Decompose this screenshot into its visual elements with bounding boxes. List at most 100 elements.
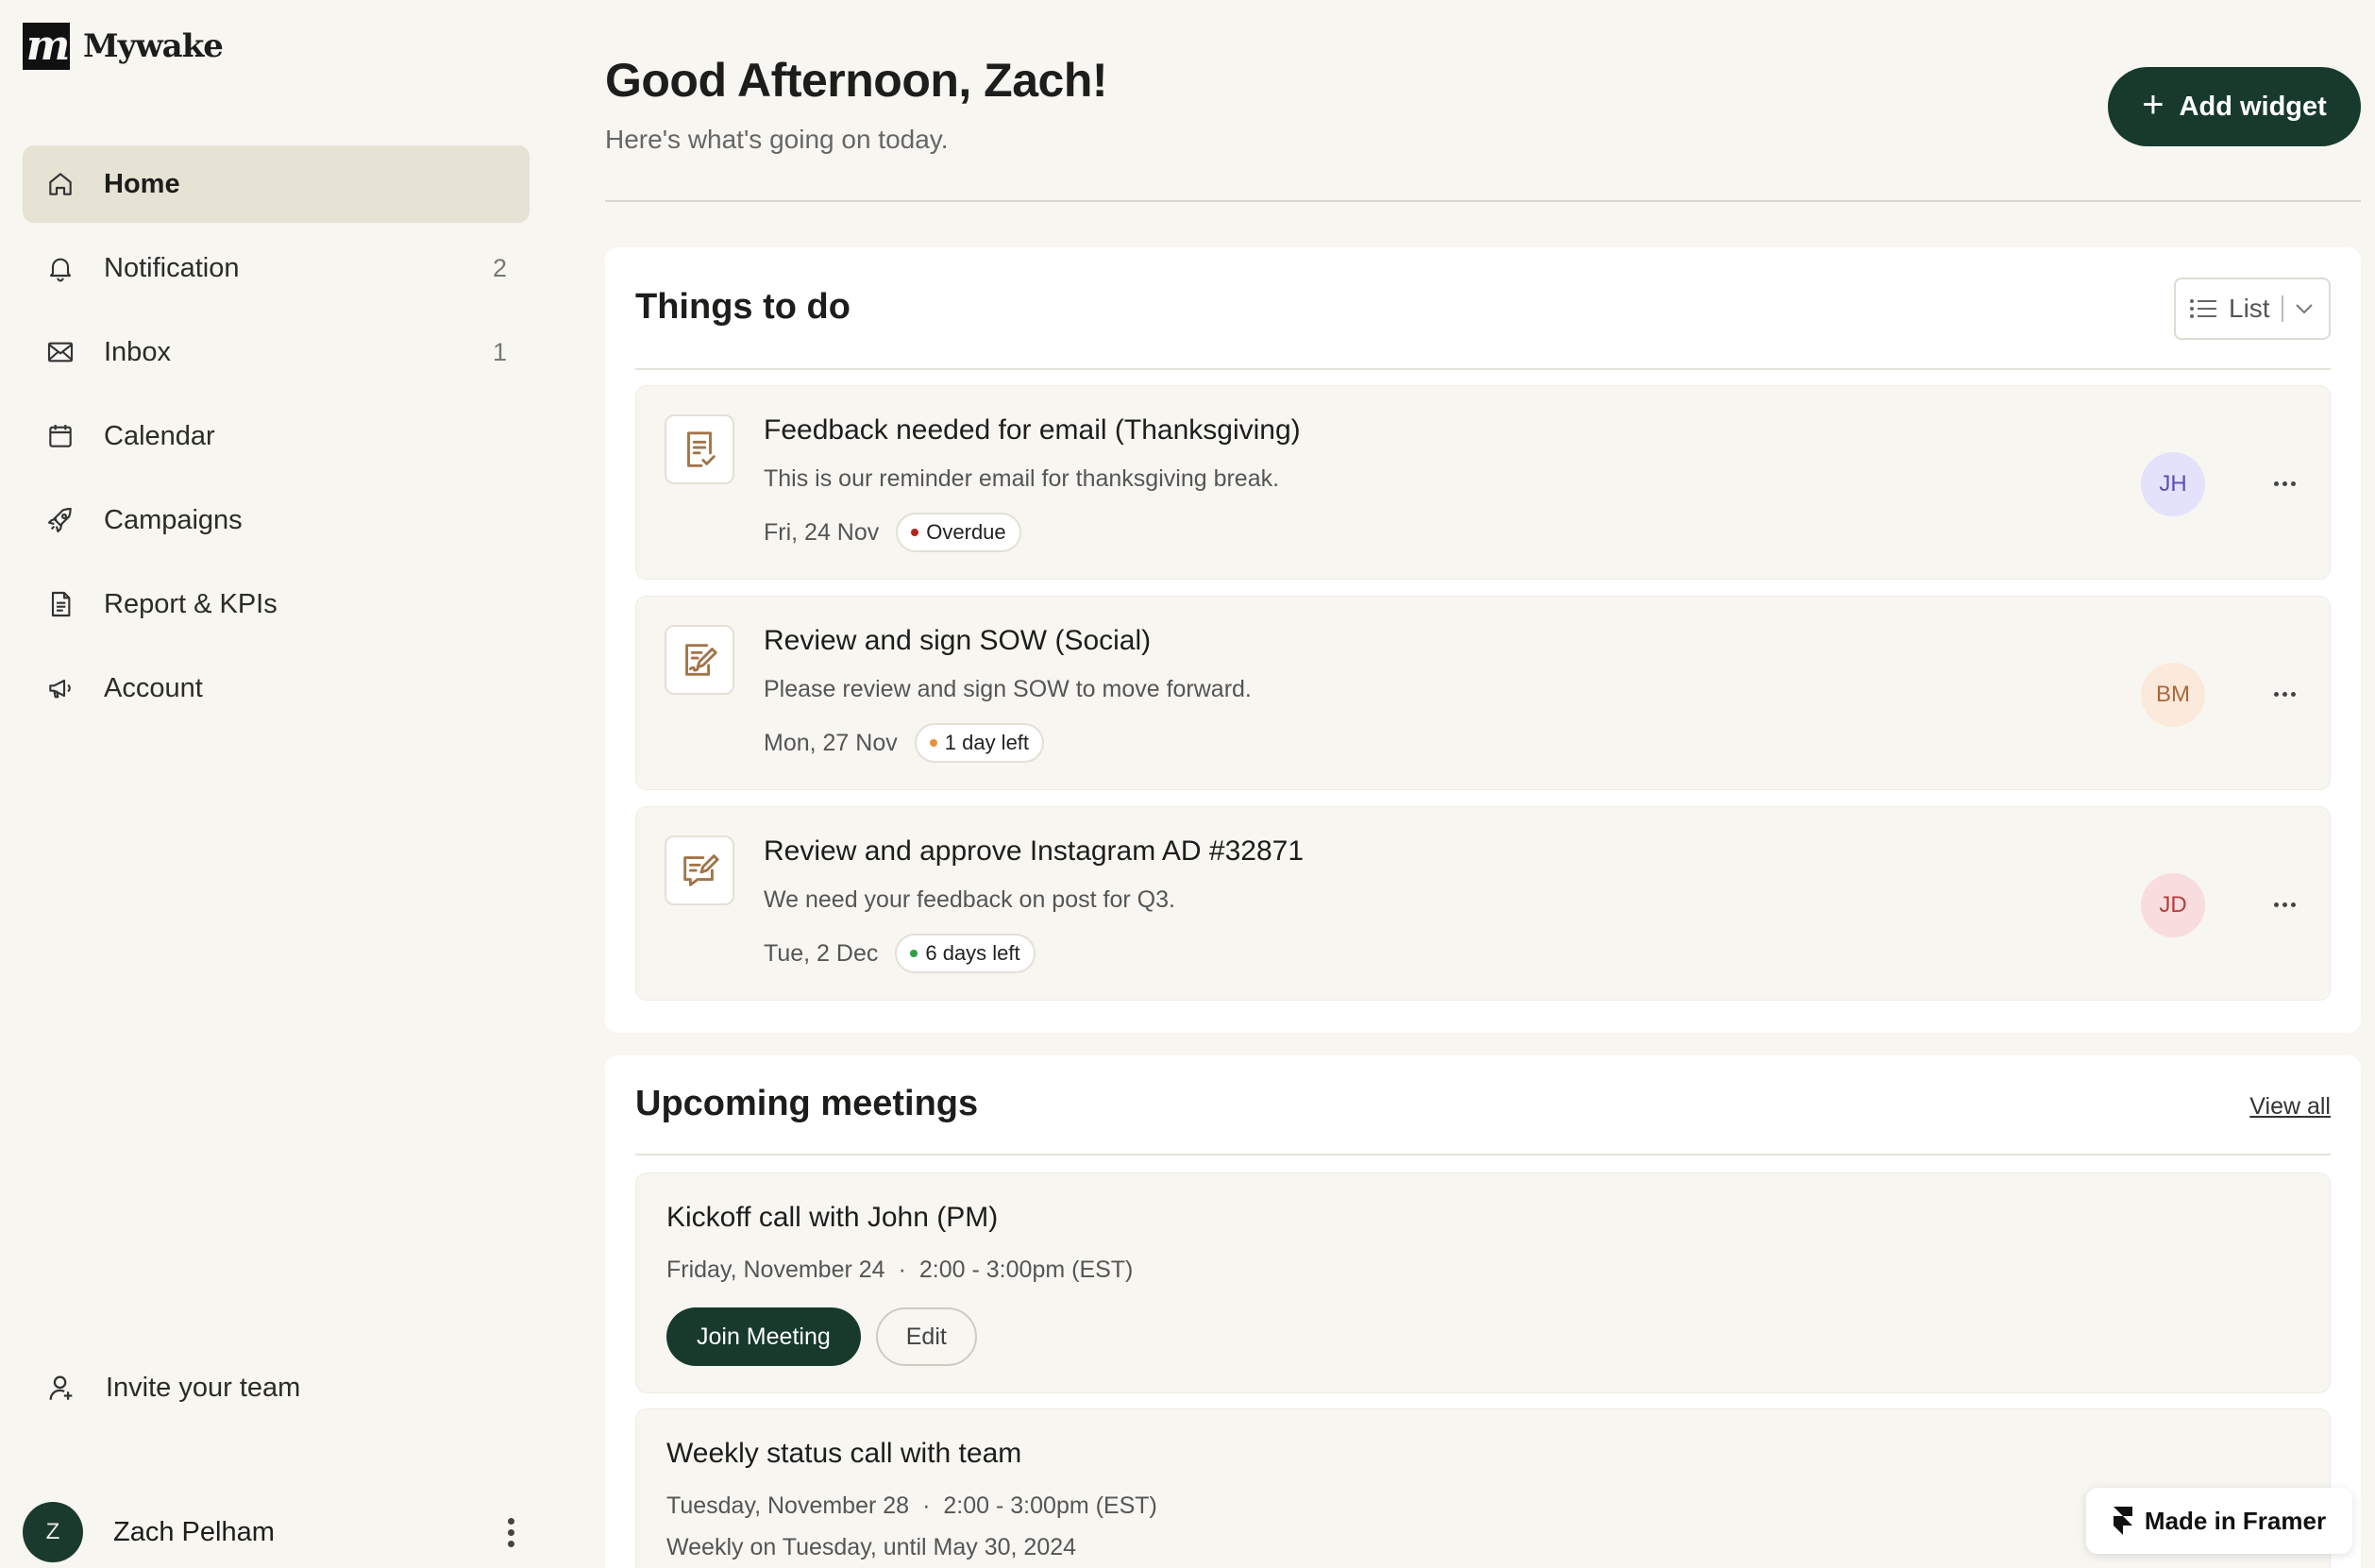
more-options-icon[interactable] bbox=[2266, 680, 2303, 708]
view-selector-value: List bbox=[2229, 294, 2270, 323]
inbox-count: 1 bbox=[492, 337, 507, 366]
sidebar-item-label: Campaigns bbox=[104, 504, 243, 535]
more-options-icon[interactable] bbox=[2266, 890, 2303, 919]
page-subtitle: Here's what's going on today. bbox=[605, 125, 949, 154]
task-title: Review and sign SOW (Social) bbox=[764, 625, 1152, 656]
status-dot-icon bbox=[911, 529, 919, 536]
task-title: Review and approve Instagram AD #32871 bbox=[764, 835, 1305, 867]
meeting-day: Tuesday, November 28 bbox=[666, 1492, 910, 1519]
edit-meeting-button[interactable]: Edit bbox=[875, 1307, 977, 1366]
chevron-down-icon bbox=[2295, 304, 2313, 314]
more-options-icon[interactable] bbox=[492, 1513, 530, 1551]
join-meeting-button[interactable]: Join Meeting bbox=[666, 1307, 861, 1366]
brand-name: Mywake bbox=[83, 27, 224, 65]
user-name: Zach Pelham bbox=[113, 1516, 275, 1547]
separator bbox=[2281, 295, 2283, 322]
task-item[interactable]: Feedback needed for email (Thanksgiving)… bbox=[635, 385, 2331, 580]
meeting-actions: Join Meeting Edit bbox=[666, 1307, 977, 1366]
add-widget-label: Add widget bbox=[2179, 91, 2327, 122]
sidebar-item-notification[interactable]: Notification 2 bbox=[23, 229, 530, 307]
bell-icon bbox=[49, 258, 72, 282]
sidebar: m Mywake Home Notification 2 Inbox 1 Cal… bbox=[0, 0, 553, 1568]
sidebar-item-account[interactable]: Account bbox=[23, 649, 530, 727]
meeting-day: Friday, November 24 bbox=[666, 1256, 885, 1283]
sidebar-item-label: Notification bbox=[104, 252, 240, 283]
sidebar-item-label: Account bbox=[104, 672, 203, 703]
calendar-icon bbox=[49, 425, 72, 447]
task-due-date: Fri, 24 Nov bbox=[764, 518, 880, 546]
task-meta: Fri, 24 Nov Overdue bbox=[764, 513, 1021, 552]
divider bbox=[605, 200, 2361, 202]
framer-label: Made in Framer bbox=[2144, 1506, 2327, 1535]
task-meta: Mon, 27 Nov 1 day left bbox=[764, 723, 1045, 763]
task-meta: Tue, 2 Dec 6 days left bbox=[764, 934, 1036, 973]
divider bbox=[635, 368, 2331, 370]
mail-icon bbox=[47, 342, 74, 362]
status-badge: Overdue bbox=[896, 513, 1021, 552]
meetings-title: Upcoming meetings bbox=[635, 1084, 979, 1123]
sidebar-item-inbox[interactable]: Inbox 1 bbox=[23, 313, 530, 391]
avatar: Z bbox=[23, 1502, 83, 1562]
task-item[interactable]: Review and sign SOW (Social) Please revi… bbox=[635, 596, 2331, 790]
status-dot-icon bbox=[910, 950, 918, 957]
meeting-recurrence: Weekly on Tuesday, until May 30, 2024 bbox=[666, 1534, 1077, 1560]
made-in-framer-badge[interactable]: Made in Framer bbox=[2086, 1488, 2352, 1554]
task-due-date: Tue, 2 Dec bbox=[764, 939, 879, 967]
task-due-date: Mon, 27 Nov bbox=[764, 729, 898, 756]
logo-mark-icon: m bbox=[23, 23, 70, 70]
add-user-icon bbox=[49, 1375, 73, 1400]
task-description: We need your feedback on post for Q3. bbox=[764, 886, 1175, 913]
meeting-item[interactable]: Weekly status call with team Tuesday, No… bbox=[635, 1408, 2331, 1568]
meeting-item[interactable]: Kickoff call with John (PM) Friday, Nove… bbox=[635, 1172, 2331, 1393]
rocket-icon bbox=[47, 507, 72, 533]
sidebar-item-reports[interactable]: Report & KPIs bbox=[23, 565, 530, 643]
list-icon bbox=[2190, 299, 2216, 318]
sign-document-icon bbox=[665, 625, 734, 695]
sidebar-item-label: Calendar bbox=[104, 420, 215, 451]
avatar[interactable]: BM bbox=[2141, 663, 2205, 727]
megaphone-icon bbox=[49, 679, 71, 699]
notification-count: 2 bbox=[492, 253, 507, 282]
meeting-time: Friday, November 24 · 2:00 - 3:00pm (EST) bbox=[666, 1256, 1134, 1283]
task-item[interactable]: Review and approve Instagram AD #32871 W… bbox=[635, 806, 2331, 1001]
invite-team-button[interactable]: Invite your team bbox=[23, 1350, 530, 1425]
user-profile[interactable]: Z Zach Pelham bbox=[23, 1501, 530, 1563]
sidebar-item-campaigns[interactable]: Campaigns bbox=[23, 481, 530, 559]
sidebar-item-label: Report & KPIs bbox=[104, 588, 278, 619]
approve-message-icon bbox=[665, 835, 734, 905]
avatar[interactable]: JH bbox=[2141, 452, 2205, 516]
task-title: Feedback needed for email (Thanksgiving) bbox=[764, 414, 1301, 446]
task-description: This is our reminder email for thanksgiv… bbox=[764, 465, 1280, 492]
todo-card: Things to do List Feedback needed for em… bbox=[605, 247, 2361, 1033]
sidebar-item-label: Inbox bbox=[104, 336, 171, 367]
brand-logo[interactable]: m Mywake bbox=[23, 23, 224, 70]
document-icon bbox=[51, 591, 71, 617]
plus-icon: + bbox=[2142, 84, 2164, 126]
meeting-time: Tuesday, November 28 · 2:00 - 3:00pm (EST) bbox=[666, 1492, 1157, 1519]
status-text: Overdue bbox=[926, 520, 1006, 544]
meeting-title: Kickoff call with John (PM) bbox=[666, 1202, 999, 1233]
view-selector-dropdown[interactable]: List bbox=[2174, 278, 2331, 340]
meeting-hours: 2:00 - 3:00pm (EST) bbox=[943, 1492, 1157, 1519]
add-widget-button[interactable]: + Add widget bbox=[2108, 67, 2361, 146]
more-options-icon[interactable] bbox=[2266, 469, 2303, 497]
status-text: 6 days left bbox=[925, 941, 1020, 965]
status-badge: 6 days left bbox=[895, 934, 1036, 973]
avatar[interactable]: JD bbox=[2141, 873, 2205, 937]
view-all-link[interactable]: View all bbox=[2249, 1093, 2331, 1121]
sidebar-item-home[interactable]: Home bbox=[23, 145, 530, 223]
todo-title: Things to do bbox=[635, 287, 851, 327]
divider bbox=[635, 1154, 2331, 1155]
status-dot-icon bbox=[929, 739, 937, 747]
invite-label: Invite your team bbox=[106, 1372, 301, 1403]
checklist-icon bbox=[665, 414, 734, 484]
sidebar-item-calendar[interactable]: Calendar bbox=[23, 397, 530, 475]
home-icon bbox=[49, 173, 72, 195]
meeting-hours: 2:00 - 3:00pm (EST) bbox=[918, 1256, 1134, 1283]
meeting-title: Weekly status call with team bbox=[666, 1438, 1022, 1469]
status-text: 1 day left bbox=[944, 731, 1030, 754]
sidebar-item-label: Home bbox=[104, 168, 180, 199]
page-title: Good Afternoon, Zach! bbox=[605, 54, 1108, 107]
sidebar-nav: Home Notification 2 Inbox 1 Calendar Cam… bbox=[23, 145, 530, 733]
status-badge: 1 day left bbox=[914, 723, 1045, 763]
